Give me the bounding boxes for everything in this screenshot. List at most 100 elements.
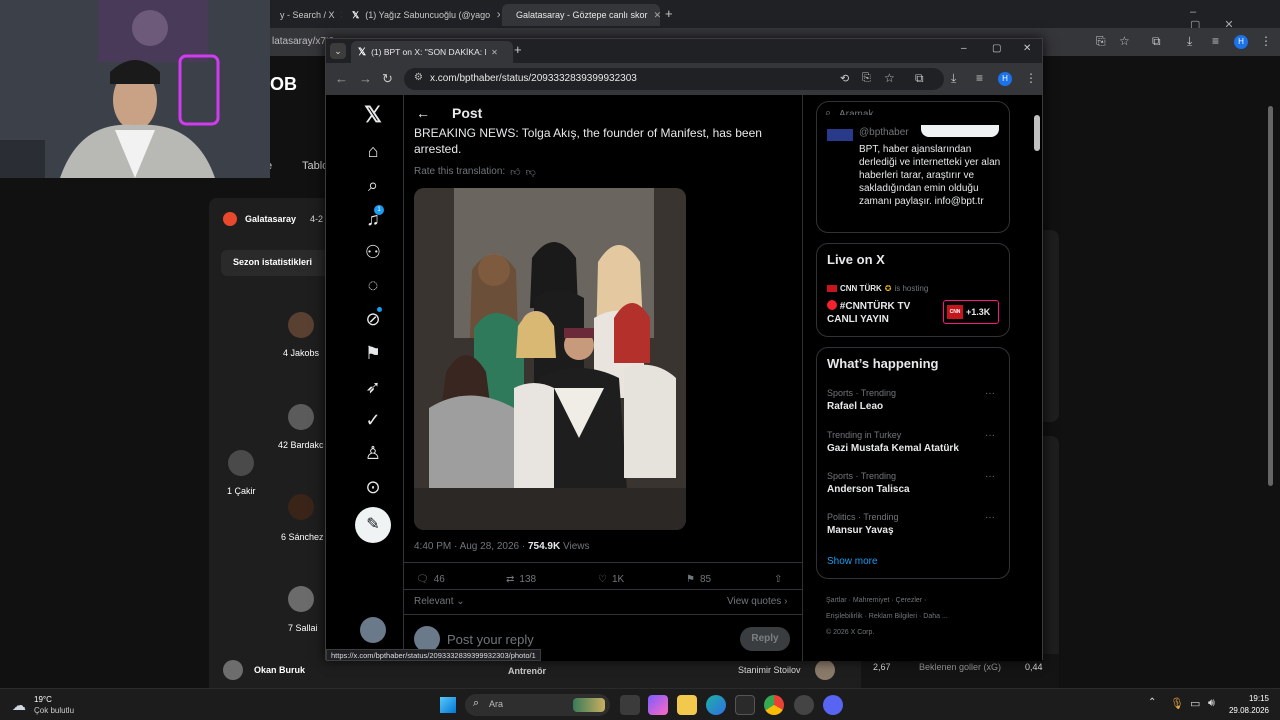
extensions-icon[interactable]: ⧉	[915, 71, 924, 86]
forward-icon[interactable]: →	[359, 71, 372, 86]
bg-tab-search[interactable]: y - Search / X ✕	[272, 4, 342, 26]
bg-tab-galatasaray[interactable]: Galatasaray - Göztepe canlı skor ✕	[502, 4, 660, 26]
footer-link[interactable]: Mahremiyet	[853, 597, 890, 604]
player-avatar[interactable]	[288, 404, 314, 430]
close-icon[interactable]: ✕	[496, 10, 500, 21]
install-icon[interactable]: ⎘	[1096, 34, 1106, 49]
profile-icon[interactable]: ♙	[361, 441, 385, 465]
relevant-dropdown[interactable]: Relevant ⌄	[414, 596, 465, 607]
footer-link[interactable]: Reklam Bilgileri	[869, 613, 917, 620]
url-text[interactable]: x.com/bpthaber/status/209333283939993230…	[430, 73, 637, 84]
search-icon[interactable]: ⌕	[361, 173, 385, 197]
menu-icon[interactable]: ⋮	[1025, 71, 1037, 85]
player-avatar[interactable]	[288, 312, 314, 338]
tab-search-icon[interactable]: ⌄	[330, 43, 346, 59]
scrollbar[interactable]	[1268, 106, 1273, 486]
download-icon[interactable]: ⤓	[951, 71, 956, 86]
profile-avatar[interactable]: H	[1234, 35, 1248, 49]
verified-icon[interactable]: ✓	[361, 408, 385, 432]
footer-link[interactable]: Çerezler	[896, 597, 922, 604]
reload-icon[interactable]: ↻	[382, 71, 393, 87]
download-icon[interactable]: ⤓	[1187, 34, 1192, 49]
omnibox[interactable]: ⚙ x.com/bpthaber/status/2093332839399932…	[404, 68, 944, 90]
rocket-icon[interactable]: ➶	[361, 375, 385, 399]
edge-icon[interactable]	[706, 695, 726, 715]
player-avatar[interactable]	[228, 450, 254, 476]
store-icon[interactable]	[735, 695, 755, 715]
follow-icon[interactable]: ⚇	[361, 240, 385, 264]
notifications-icon[interactable]: ♫ 1	[361, 205, 385, 231]
season-stats-button[interactable]: Sezon istatistikleri	[221, 250, 327, 276]
bookmark-icon[interactable]: ⚑	[361, 341, 385, 365]
scrollbar-thumb[interactable]	[1034, 115, 1040, 151]
timestamp[interactable]: 4:40 PM · Aug 28, 2026 ·	[414, 541, 528, 552]
stream-title[interactable]: #CNNTÜRK TV CANLI YAYIN	[827, 300, 937, 326]
active-tab[interactable]: 𝕏 (1) BPT on X: "SON DAKİKA: Ma ✕	[351, 41, 513, 63]
menu-icon[interactable]: ⋮	[1260, 34, 1272, 48]
more-icon[interactable]: ···	[985, 388, 995, 399]
back-arrow-icon[interactable]: ←	[416, 105, 430, 121]
new-tab-icon[interactable]: +	[665, 6, 673, 21]
task-view-icon[interactable]	[620, 695, 640, 715]
file-explorer-icon[interactable]	[677, 695, 697, 715]
profile-avatar[interactable]: H	[998, 72, 1012, 86]
reply-action[interactable]: 🗨︎ 46	[416, 574, 445, 585]
like-action[interactable]: ♡ 1K	[598, 574, 624, 585]
view-quotes-link[interactable]: View quotes ›	[727, 596, 787, 607]
bg-tab-profile[interactable]: 𝕏 (1) Yağız Sabuncuoğlu (@yago ✕	[344, 4, 500, 26]
reply-input[interactable]: Post your reply	[447, 632, 534, 647]
microphone-icon[interactable]: 🎙︎	[1170, 697, 1184, 710]
network-icon[interactable]: ▭	[1190, 697, 1200, 710]
media-icon[interactable]: ≡	[976, 71, 983, 85]
x-logo-icon[interactable]: 𝕏	[361, 103, 385, 127]
media-icon[interactable]: ≡	[1212, 34, 1219, 48]
thumbs-down-icon[interactable]: 👎︎	[526, 166, 536, 178]
temperature[interactable]: 19°C	[34, 695, 52, 704]
maximize-icon[interactable]: ▢	[992, 43, 1001, 54]
start-icon[interactable]	[440, 697, 456, 713]
clock-time[interactable]: 19:15	[1237, 694, 1269, 703]
widgets-icon[interactable]	[648, 695, 668, 715]
more-icon[interactable]: ···	[985, 512, 995, 523]
repost-action[interactable]: ⇄ 138	[506, 574, 536, 585]
footer-link[interactable]: Daha ...	[923, 613, 948, 620]
translate-icon[interactable]: ⟲	[840, 72, 849, 85]
close-icon[interactable]: ✕	[491, 48, 498, 57]
trend-item[interactable]: Trending in Turkey Gazi Mustafa Kemal At…	[817, 426, 1009, 466]
show-more-link[interactable]: Show more	[827, 556, 878, 567]
discord-icon[interactable]	[823, 695, 843, 715]
profile-handle[interactable]: @bpthaber	[859, 127, 909, 138]
share-action[interactable]: ⇧	[774, 574, 782, 585]
reply-button[interactable]: Reply	[740, 627, 790, 651]
taskbar-search[interactable]: ⌕ Ara	[465, 694, 610, 716]
home-icon[interactable]: ⌂	[361, 139, 385, 163]
trend-item[interactable]: Sports · Trending Anderson Talisca ···	[817, 467, 1009, 507]
clock-date[interactable]: 29.08.2026	[1225, 706, 1269, 715]
more-icon[interactable]: ···	[985, 471, 995, 482]
more-icon[interactable]: ⊙	[361, 475, 385, 499]
chevron-up-icon[interactable]: ⌃	[1148, 697, 1156, 708]
thumbs-up-icon[interactable]: 👍︎	[510, 166, 520, 178]
weather-text[interactable]: Çok bulutlu	[34, 706, 74, 715]
volume-icon[interactable]: 🔊︎	[1208, 697, 1215, 710]
footer-link[interactable]: Şartlar	[826, 597, 847, 604]
new-tab-icon[interactable]: +	[514, 42, 522, 57]
site-info-icon[interactable]: ⚙	[414, 72, 423, 83]
extensions-icon[interactable]: ⧉	[1152, 34, 1161, 49]
back-icon[interactable]: ←	[335, 71, 348, 86]
minimize-icon[interactable]: –	[961, 43, 967, 54]
messages-icon[interactable]: ◌	[361, 273, 385, 297]
settings-icon[interactable]	[794, 695, 814, 715]
more-icon[interactable]: ···	[985, 430, 995, 441]
tweet-photo[interactable]	[414, 188, 686, 530]
bookmark-action[interactable]: ⚑ 85	[686, 574, 711, 585]
trend-item[interactable]: Politics · Trending Mansur Yavaş ···	[817, 508, 1009, 548]
footer-link[interactable]: Erişilebilirlik	[826, 613, 863, 620]
account-avatar[interactable]	[360, 617, 386, 643]
close-icon[interactable]: ✕	[341, 10, 342, 21]
install-icon[interactable]: ⎘	[862, 72, 871, 85]
close-icon[interactable]: ✕	[654, 10, 660, 21]
trend-item[interactable]: Sports · Trending Rafael Leao ···	[817, 384, 1009, 424]
compose-post-button[interactable]: ✎	[355, 507, 391, 543]
player-avatar[interactable]	[288, 586, 314, 612]
